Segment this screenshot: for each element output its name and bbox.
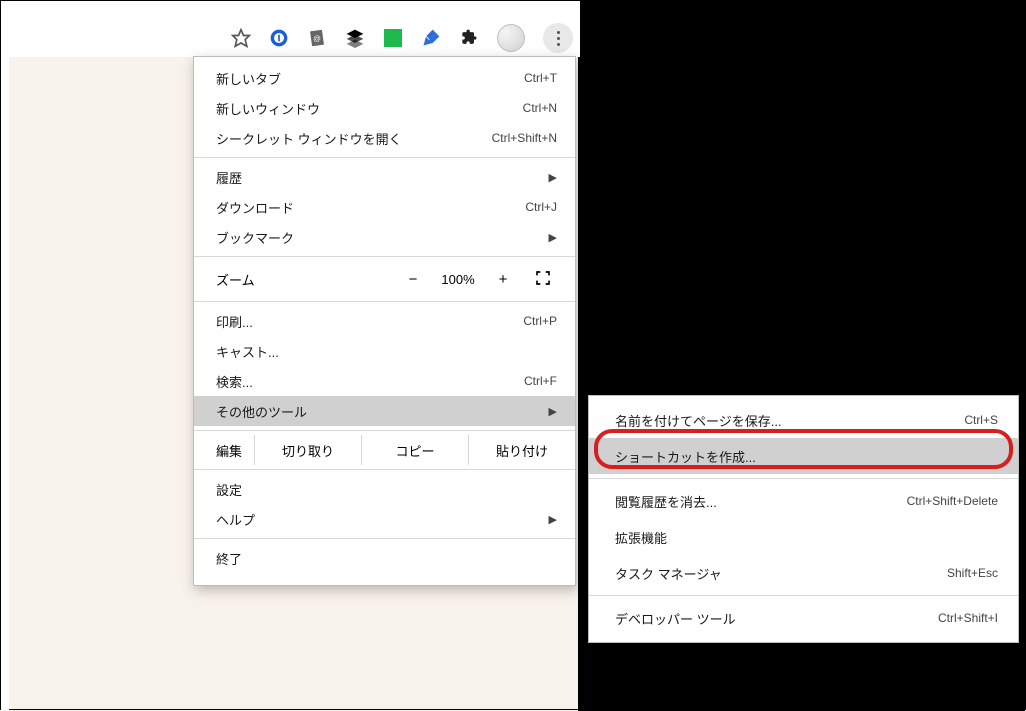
submenu-save-as[interactable]: 名前を付けてページを保存... Ctrl+S <box>589 402 1018 438</box>
layers-icon[interactable] <box>345 28 365 48</box>
menu-separator <box>194 301 575 302</box>
menu-label: 新しいタブ <box>216 69 524 88</box>
menu-zoom: ズーム − 100% + <box>194 261 575 297</box>
menu-shortcut: Ctrl+P <box>523 314 557 328</box>
fullscreen-icon[interactable] <box>523 270 563 289</box>
menu-incognito[interactable]: シークレット ウィンドウを開く Ctrl+Shift+N <box>194 123 575 153</box>
submenu-task-manager[interactable]: タスク マネージャ Shift+Esc <box>589 555 1018 591</box>
menu-more-tools[interactable]: その他のツール ▶ <box>194 396 575 426</box>
submenu-shortcut: Shift+Esc <box>947 566 998 580</box>
menu-cast[interactable]: キャスト... <box>194 336 575 366</box>
profile-avatar[interactable] <box>497 24 525 52</box>
submenu-shortcut: Ctrl+S <box>964 413 998 427</box>
chevron-right-icon: ▶ <box>549 231 557 244</box>
menu-label: ヘルプ <box>216 510 541 529</box>
menu-edit-row: 編集 切り取り コピー 貼り付け <box>194 435 575 465</box>
doc-icon[interactable]: @ <box>307 28 327 48</box>
quill-icon[interactable] <box>421 28 441 48</box>
submenu-extensions[interactable]: 拡張機能 <box>589 519 1018 555</box>
submenu-shortcut: Ctrl+Shift+Delete <box>907 494 998 508</box>
submenu-label: 拡張機能 <box>615 528 998 547</box>
menu-separator <box>194 430 575 431</box>
submenu-clear-history[interactable]: 閲覧履歴を消去... Ctrl+Shift+Delete <box>589 483 1018 519</box>
left-edge-strip <box>1 57 9 711</box>
menu-find[interactable]: 検索... Ctrl+F <box>194 366 575 396</box>
menu-bookmarks[interactable]: ブックマーク ▶ <box>194 222 575 252</box>
zoom-value: 100% <box>433 272 483 287</box>
more-tools-submenu: 名前を付けてページを保存... Ctrl+S ショートカットを作成... 閲覧履… <box>588 395 1019 643</box>
edit-cut-button[interactable]: 切り取り <box>254 435 361 465</box>
menu-history[interactable]: 履歴 ▶ <box>194 162 575 192</box>
onepassword-icon[interactable] <box>269 28 289 48</box>
submenu-label: ショートカットを作成... <box>615 447 998 466</box>
menu-shortcut: Ctrl+N <box>523 101 557 115</box>
zoom-label: ズーム <box>216 270 393 289</box>
submenu-create-shortcut[interactable]: ショートカットを作成... <box>589 438 1018 474</box>
menu-separator <box>194 256 575 257</box>
submenu-dev-tools[interactable]: デベロッパー ツール Ctrl+Shift+I <box>589 600 1018 636</box>
chevron-right-icon: ▶ <box>549 405 557 418</box>
menu-label: ダウンロード <box>216 198 525 217</box>
menu-label: ブックマーク <box>216 228 541 247</box>
menu-separator <box>589 595 1018 596</box>
edit-copy-button[interactable]: コピー <box>361 435 468 465</box>
square-icon[interactable] <box>383 28 403 48</box>
chevron-right-icon: ▶ <box>549 171 557 184</box>
svg-text:@: @ <box>313 34 321 43</box>
menu-shortcut: Ctrl+J <box>525 200 557 214</box>
menu-separator <box>194 157 575 158</box>
submenu-shortcut: Ctrl+Shift+I <box>938 611 998 625</box>
edit-label: 編集 <box>194 435 254 465</box>
menu-new-window[interactable]: 新しいウィンドウ Ctrl+N <box>194 93 575 123</box>
menu-help[interactable]: ヘルプ ▶ <box>194 504 575 534</box>
menu-label: 設定 <box>216 480 557 499</box>
menu-new-tab[interactable]: 新しいタブ Ctrl+T <box>194 63 575 93</box>
menu-label: 印刷... <box>216 312 523 331</box>
zoom-out-button[interactable]: − <box>393 271 433 288</box>
edit-paste-button[interactable]: 貼り付け <box>468 435 575 465</box>
extension-toolbar: @ <box>231 23 573 53</box>
menu-print[interactable]: 印刷... Ctrl+P <box>194 306 575 336</box>
chevron-right-icon: ▶ <box>549 513 557 526</box>
menu-label: その他のツール <box>216 402 541 421</box>
menu-settings[interactable]: 設定 <box>194 474 575 504</box>
menu-exit[interactable]: 終了 <box>194 543 575 573</box>
menu-shortcut: Ctrl+Shift+N <box>492 131 557 145</box>
submenu-label: 閲覧履歴を消去... <box>615 492 907 511</box>
menu-shortcut: Ctrl+F <box>524 374 557 388</box>
menu-label: 新しいウィンドウ <box>216 99 523 118</box>
menu-separator <box>194 538 575 539</box>
submenu-label: タスク マネージャ <box>615 564 947 583</box>
main-menu: 新しいタブ Ctrl+T 新しいウィンドウ Ctrl+N シークレット ウィンド… <box>193 56 576 586</box>
submenu-label: 名前を付けてページを保存... <box>615 411 964 430</box>
menu-separator <box>589 478 1018 479</box>
submenu-label: デベロッパー ツール <box>615 609 938 628</box>
menu-shortcut: Ctrl+T <box>524 71 557 85</box>
star-icon[interactable] <box>231 28 251 48</box>
menu-label: シークレット ウィンドウを開く <box>216 129 492 148</box>
menu-separator <box>194 469 575 470</box>
menu-label: キャスト... <box>216 342 557 361</box>
menu-label: 履歴 <box>216 168 541 187</box>
menu-label: 終了 <box>216 549 557 568</box>
menu-label: 検索... <box>216 372 524 391</box>
puzzle-icon[interactable] <box>459 28 479 48</box>
menu-downloads[interactable]: ダウンロード Ctrl+J <box>194 192 575 222</box>
kebab-menu-icon[interactable] <box>543 23 573 53</box>
zoom-in-button[interactable]: + <box>483 271 523 288</box>
